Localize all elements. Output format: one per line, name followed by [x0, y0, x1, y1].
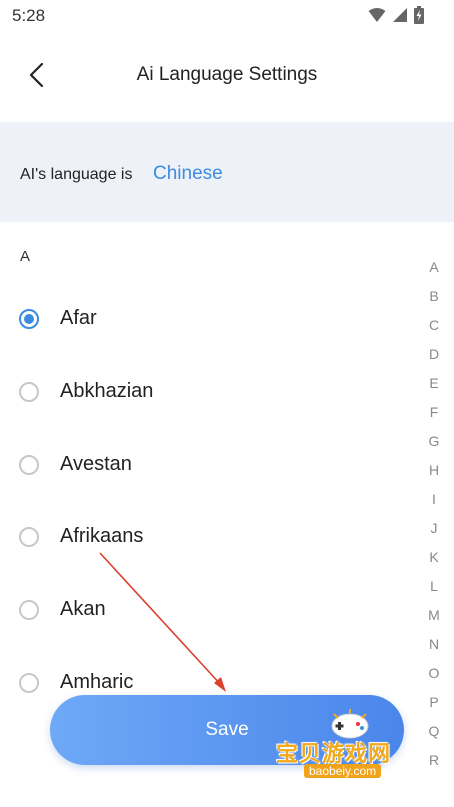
alphabet-index-letter[interactable]: M [422, 604, 446, 633]
status-icons [368, 6, 424, 24]
language-label: Afar [60, 307, 97, 329]
status-bar: 5:28 [0, 0, 454, 32]
battery-icon [414, 6, 424, 24]
language-item-avestan[interactable]: Avestan [0, 439, 410, 495]
alphabet-index-letter[interactable]: A [422, 256, 446, 285]
language-item-afar[interactable]: Afar [0, 293, 410, 349]
alphabet-index-letter[interactable]: B [422, 285, 446, 314]
radio-unselected[interactable] [19, 673, 39, 693]
alphabet-index-letter[interactable]: C [422, 314, 446, 343]
current-language-value[interactable]: Chinese [153, 163, 223, 185]
radio-unselected[interactable] [19, 382, 39, 402]
section-header-letter: A [20, 248, 31, 265]
language-label: Amharic [60, 671, 134, 693]
alphabet-index-letter[interactable]: J [422, 517, 446, 546]
alphabet-index-letter[interactable]: L [422, 575, 446, 604]
radio-unselected[interactable] [19, 527, 39, 547]
alphabet-index: A B C D E F G H I J K L M N O P Q R [422, 256, 446, 778]
signal-icon [393, 8, 407, 22]
alphabet-index-letter[interactable]: I [422, 488, 446, 517]
alphabet-index-letter[interactable]: O [422, 662, 446, 691]
language-label: Akan [60, 598, 106, 620]
language-item-abkhazian[interactable]: Abkhazian [0, 366, 410, 422]
alphabet-index-letter[interactable]: N [422, 633, 446, 662]
header: Ai Language Settings [0, 40, 454, 110]
language-label: Abkhazian [60, 380, 154, 402]
language-item-akan[interactable]: Akan [0, 584, 410, 640]
alphabet-index-letter[interactable]: E [422, 372, 446, 401]
wifi-icon [368, 8, 386, 22]
radio-unselected[interactable] [19, 600, 39, 620]
alphabet-index-letter[interactable]: D [422, 343, 446, 372]
status-time: 5:28 [12, 6, 46, 25]
radio-unselected[interactable] [19, 455, 39, 475]
alphabet-index-letter[interactable]: H [422, 459, 446, 488]
alphabet-index-letter[interactable]: F [422, 401, 446, 430]
language-label: Avestan [60, 453, 132, 475]
radio-selected[interactable] [19, 309, 39, 329]
alphabet-index-letter[interactable]: K [422, 546, 446, 575]
language-label: Afrikaans [60, 525, 144, 547]
language-item-afrikaans[interactable]: Afrikaans [0, 511, 410, 567]
watermark-logo: 宝贝游戏网 baobeiy.com [276, 709, 426, 800]
current-language-panel: AI's language is Chinese [0, 122, 454, 222]
alphabet-index-letter[interactable]: G [422, 430, 446, 459]
watermark-url: baobeiy.com [304, 764, 382, 778]
current-language-label: AI's language is [20, 166, 133, 183]
page-title: Ai Language Settings [136, 64, 318, 85]
